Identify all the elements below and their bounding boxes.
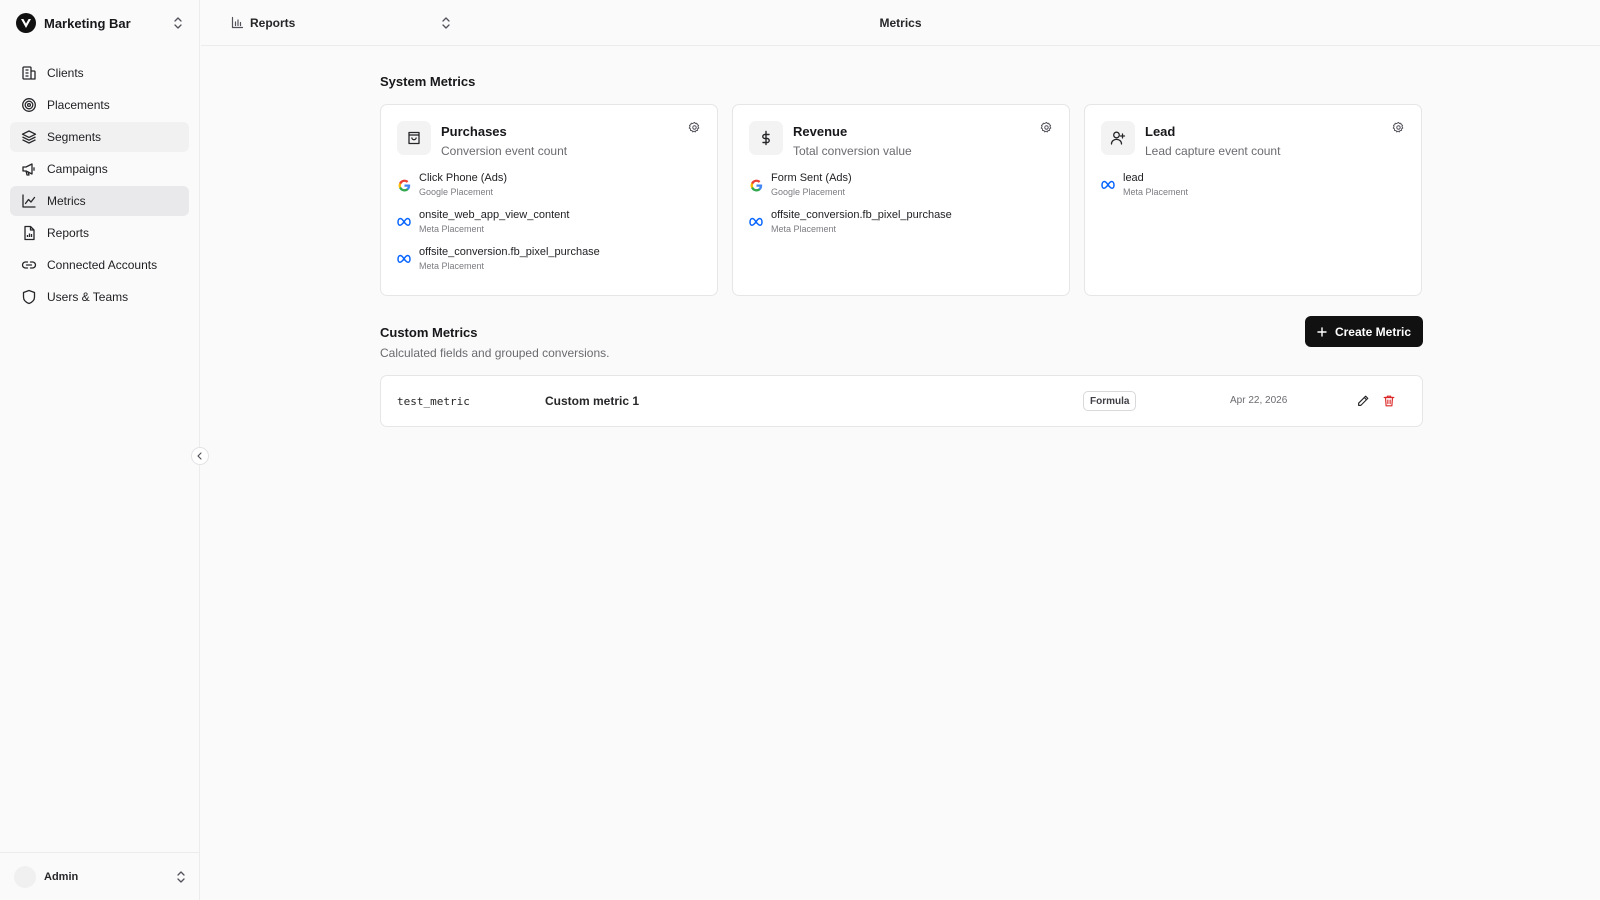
sidebar-item-label: Connected Accounts	[47, 258, 158, 272]
meta-icon	[749, 215, 763, 229]
metric-source-item: offsite_conversion.fb_pixel_purchase Met…	[749, 209, 1053, 246]
chevrons-updown-icon	[173, 16, 183, 30]
chevron-left-icon	[196, 452, 204, 460]
metric-source-item: Click Phone (Ads) Google Placement	[397, 172, 701, 209]
meta-icon	[397, 215, 411, 229]
chevrons-updown-icon	[176, 870, 186, 884]
source-type: Google Placement	[419, 187, 494, 197]
workspace-switcher[interactable]: Marketing Bar	[0, 0, 199, 46]
shopping-bag-icon	[397, 121, 431, 155]
metric-card-title: Purchases	[441, 124, 507, 139]
metric-source-item: onsite_web_app_view_content Meta Placeme…	[397, 209, 701, 246]
settings-gear-icon[interactable]	[688, 121, 701, 137]
user-plus-icon	[1101, 121, 1135, 155]
user-name: Admin	[44, 870, 79, 883]
metric-card-purchases: Purchases Conversion event count Click P…	[380, 104, 718, 296]
metric-card-title: Lead	[1145, 124, 1176, 139]
bar-chart-icon	[231, 16, 244, 29]
custom-metrics-title: Custom Metrics	[380, 325, 478, 340]
sidebar-item-clients[interactable]: Clients	[10, 58, 189, 88]
metric-card-subtitle: Total conversion value	[793, 144, 912, 158]
source-type: Meta Placement	[419, 224, 485, 234]
custom-metrics-subtitle: Calculated fields and grouped conversion…	[380, 346, 610, 360]
chevrons-updown-icon	[441, 16, 451, 30]
sidebar-item-metrics[interactable]: Metrics	[10, 186, 189, 216]
sidebar-item-segments[interactable]: Segments	[10, 122, 189, 152]
system-metrics-title: System Metrics	[380, 74, 476, 89]
source-type: Meta Placement	[419, 261, 485, 271]
main-content: System Metrics Purchases Conversion even…	[380, 46, 1423, 427]
sidebar-item-users-teams[interactable]: Users & Teams	[10, 282, 189, 312]
custom-metrics-header: Custom Metrics Calculated fields and gro…	[380, 316, 1423, 360]
google-icon	[749, 178, 763, 192]
metric-card-subtitle: Conversion event count	[441, 144, 568, 158]
dollar-icon	[749, 121, 783, 155]
sidebar-item-label: Placements	[47, 98, 110, 112]
source-name: Click Phone (Ads)	[419, 172, 508, 184]
metric-source-item: Form Sent (Ads) Google Placement	[749, 172, 1053, 209]
top-bar: Reports Metrics	[201, 0, 1600, 46]
layers-icon	[20, 129, 37, 146]
sidebar-item-label: Users & Teams	[47, 290, 129, 304]
sidebar-item-placements[interactable]: Placements	[10, 90, 189, 120]
metric-source-item: lead Meta Placement	[1101, 172, 1405, 209]
building-icon	[20, 65, 37, 82]
edit-pencil-icon[interactable]	[1356, 394, 1370, 411]
source-name: lead	[1123, 172, 1144, 184]
sidebar-item-campaigns[interactable]: Campaigns	[10, 154, 189, 184]
line-chart-icon	[20, 193, 37, 210]
create-metric-label: Create Metric	[1334, 324, 1411, 339]
metric-key: test_metric	[397, 394, 470, 408]
source-name: onsite_web_app_view_content	[419, 209, 570, 221]
user-menu[interactable]: Admin	[0, 852, 200, 900]
sidebar-item-label: Campaigns	[47, 162, 108, 176]
target-icon	[20, 97, 37, 114]
sidebar: Marketing Bar Clients Placements Segment…	[0, 0, 200, 900]
metric-card-lead: Lead Lead capture event count lead Meta …	[1084, 104, 1422, 296]
table-row[interactable]: test_metric Custom metric 1 Formula Apr …	[380, 375, 1423, 427]
delete-trash-icon[interactable]	[1382, 394, 1396, 411]
avatar	[14, 865, 36, 888]
workspace-logo	[16, 13, 36, 33]
sidebar-nav: Clients Placements Segments Campaigns Me…	[0, 46, 199, 312]
report-icon	[20, 225, 37, 242]
metric-card-title: Revenue	[793, 124, 848, 139]
source-type: Meta Placement	[771, 224, 837, 234]
metric-card-revenue: Revenue Total conversion value Form Sent…	[732, 104, 1070, 296]
metric-date: Apr 22, 2026	[1230, 395, 1288, 406]
source-name: offsite_conversion.fb_pixel_purchase	[419, 246, 600, 258]
system-metrics-cards: Purchases Conversion event count Click P…	[380, 104, 1423, 296]
report-switcher[interactable]: Reports	[201, 16, 451, 30]
settings-gear-icon[interactable]	[1040, 121, 1053, 137]
workspace-name: Marketing Bar	[44, 15, 131, 31]
report-switcher-label: Reports	[250, 15, 296, 30]
google-icon	[397, 178, 411, 192]
shield-icon	[20, 289, 37, 306]
source-name: Form Sent (Ads)	[771, 172, 852, 184]
source-type: Google Placement	[771, 187, 846, 197]
sidebar-item-label: Metrics	[47, 194, 86, 208]
metric-name: Custom metric 1	[545, 394, 640, 408]
meta-icon	[1101, 178, 1115, 192]
megaphone-icon	[20, 161, 37, 178]
link-icon	[20, 257, 37, 274]
metric-type-badge: Formula	[1083, 391, 1137, 411]
source-name: offsite_conversion.fb_pixel_purchase	[771, 209, 952, 221]
collapse-sidebar-button[interactable]	[191, 447, 209, 465]
source-type: Meta Placement	[1123, 187, 1189, 197]
sidebar-item-label: Reports	[47, 226, 90, 240]
sidebar-item-reports[interactable]: Reports	[10, 218, 189, 248]
plus-icon	[1317, 326, 1327, 337]
sidebar-item-label: Segments	[47, 130, 102, 144]
create-metric-button[interactable]: Create Metric	[1304, 316, 1423, 347]
settings-gear-icon[interactable]	[1392, 121, 1405, 137]
metric-source-item: offsite_conversion.fb_pixel_purchase Met…	[397, 246, 701, 283]
meta-icon	[397, 252, 411, 266]
metric-card-subtitle: Lead capture event count	[1145, 144, 1281, 158]
sidebar-item-connected-accounts[interactable]: Connected Accounts	[10, 250, 189, 280]
sidebar-item-label: Clients	[47, 66, 84, 80]
